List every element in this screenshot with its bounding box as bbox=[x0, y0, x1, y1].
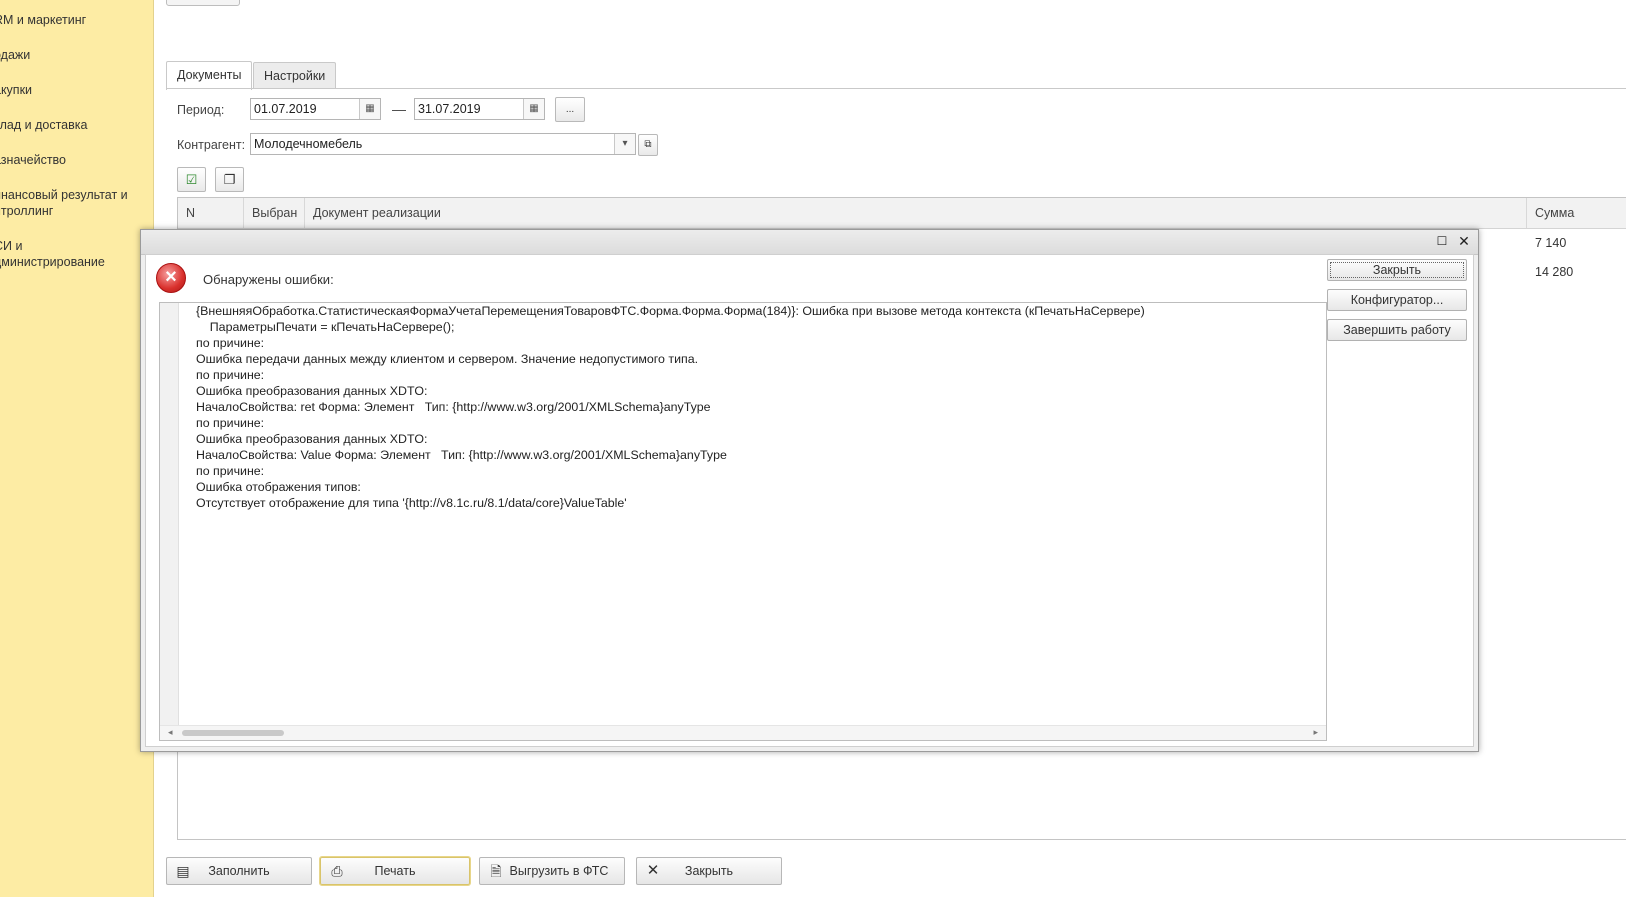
horizontal-scrollbar[interactable]: ◂ ▸ bbox=[160, 725, 1326, 740]
error-message-line: по причине: bbox=[196, 416, 265, 430]
printer-icon: ⎙ bbox=[331, 863, 343, 879]
dialog-close-button[interactable]: Закрыть bbox=[1327, 259, 1467, 281]
close-icon[interactable]: ✕ bbox=[1456, 233, 1472, 249]
sidebar-item-treasury[interactable]: азначейство bbox=[0, 152, 144, 168]
period-more-button[interactable]: ... bbox=[555, 97, 585, 122]
error-message-line: по причине: bbox=[196, 368, 265, 382]
close-icon: ✕ bbox=[646, 862, 660, 879]
fill-button[interactable]: ▤ Заполнить bbox=[166, 857, 312, 885]
dialog-title: Обнаружены ошибки: bbox=[203, 272, 334, 287]
calendar-icon[interactable]: ▦ bbox=[523, 99, 544, 119]
date-from-field[interactable]: 01.07.2019 ▦ bbox=[250, 98, 381, 120]
textbox-gutter bbox=[160, 303, 179, 740]
tab-settings[interactable]: Настройки bbox=[253, 62, 337, 89]
sidebar-item-crm[interactable]: RM и маркетинг bbox=[0, 12, 144, 28]
date-to-value: 31.07.2019 bbox=[418, 102, 481, 116]
error-icon: × bbox=[156, 263, 186, 293]
error-message-line: Отсутствует отображение для типа '{http:… bbox=[196, 496, 627, 510]
sidebar-item-admin[interactable]: СИ и дминистрирование bbox=[0, 238, 144, 270]
sidebar: RM и маркетинг одажи акупки клад и доста… bbox=[0, 0, 154, 897]
sidebar-item-finance[interactable]: инансовый результат и нтроллинг bbox=[0, 187, 144, 219]
error-message-line: по причине: bbox=[196, 336, 265, 350]
counterparty-value: Молодечномебель bbox=[254, 137, 363, 151]
counterparty-label: Контрагент: bbox=[177, 138, 246, 152]
column-header-document[interactable]: Документ реализации bbox=[305, 198, 1527, 228]
period-label: Период: bbox=[177, 103, 225, 117]
date-to-field[interactable]: 31.07.2019 ▦ bbox=[414, 98, 545, 120]
uncheck-all-icon[interactable]: ❐ bbox=[215, 167, 244, 192]
error-dialog: ☐ ✕ × Обнаружены ошибки: {ВнешняяОбработ… bbox=[140, 229, 1479, 752]
error-message-line: по причине: bbox=[196, 464, 265, 478]
error-message-line: Ошибка преобразования данных XDTO: bbox=[196, 432, 428, 446]
scrollbar-thumb[interactable] bbox=[182, 730, 284, 736]
date-from-value: 01.07.2019 bbox=[254, 102, 317, 116]
error-message-line: Ошибка передачи данных между клиентом и … bbox=[196, 352, 699, 366]
error-message-line: НачалоСвойства: ret Форма: Элемент Тип: … bbox=[196, 400, 711, 414]
tab-divider bbox=[166, 88, 1626, 89]
exit-button[interactable]: Завершить работу bbox=[1327, 319, 1467, 341]
dialog-titlebar[interactable]: ☐ ✕ bbox=[141, 230, 1478, 255]
sidebar-item-warehouse[interactable]: клад и доставка bbox=[0, 117, 144, 133]
sidebar-item-sales[interactable]: одажи bbox=[0, 47, 144, 63]
scroll-left-icon[interactable]: ◂ bbox=[168, 727, 173, 738]
counterparty-field[interactable]: Молодечномебель ▾ bbox=[250, 133, 636, 155]
column-header-sum[interactable]: Сумма bbox=[1527, 198, 1626, 228]
column-header-selected[interactable]: Выбран bbox=[244, 198, 305, 228]
error-message-line: ПараметрыПечати = кПечатьНаСервере(); bbox=[196, 320, 455, 334]
print-button[interactable]: ⎙ Печать bbox=[319, 856, 471, 886]
error-message-line: НачалоСвойства: Value Форма: Элемент Тип… bbox=[196, 448, 727, 462]
chevron-down-icon[interactable]: ▾ bbox=[614, 134, 635, 154]
table-cell-sum: 7 140 bbox=[1535, 236, 1567, 250]
error-message-line: {ВнешняяОбработка.СтатистическаяФормаУче… bbox=[196, 304, 1145, 318]
close-form-button-label: Закрыть bbox=[684, 864, 734, 878]
configurator-button[interactable]: Конфигуратор... bbox=[1327, 289, 1467, 311]
tab-documents[interactable]: Документы bbox=[166, 61, 253, 90]
check-all-icon[interactable]: ☑ bbox=[177, 167, 206, 192]
error-message-text: {ВнешняяОбработка.СтатистическаяФормаУче… bbox=[196, 303, 1145, 511]
calendar-icon[interactable]: ▦ bbox=[359, 99, 380, 119]
error-message-line: Ошибка преобразования данных XDTO: bbox=[196, 384, 428, 398]
close-form-button[interactable]: ✕ Закрыть bbox=[636, 857, 782, 885]
sidebar-item-purchases[interactable]: акупки bbox=[0, 82, 144, 98]
print-button-label: Печать bbox=[374, 864, 416, 878]
export-button-label: Выгрузить в ФТС bbox=[509, 864, 609, 878]
dialog-body: × Обнаружены ошибки: {ВнешняяОбработка.С… bbox=[145, 254, 1474, 747]
scroll-right-icon[interactable]: ▸ bbox=[1313, 727, 1318, 738]
export-fts-button[interactable]: 🗎 Выгрузить в ФТС bbox=[479, 857, 625, 885]
error-message-line: Ошибка отображения типов: bbox=[196, 480, 361, 494]
top-button-stub[interactable] bbox=[166, 0, 240, 6]
column-header-n[interactable]: N bbox=[178, 198, 244, 228]
table-cell-sum: 14 280 bbox=[1535, 265, 1574, 279]
table-header: N Выбран Документ реализации Сумма bbox=[178, 198, 1626, 229]
open-counterparty-icon[interactable]: ⧉ bbox=[638, 134, 658, 156]
maximize-icon[interactable]: ☐ bbox=[1434, 233, 1450, 249]
fill-button-label: Заполнить bbox=[208, 864, 270, 878]
period-dash: — bbox=[392, 101, 406, 117]
export-icon: 🗎 bbox=[490, 863, 502, 879]
error-message-box[interactable]: {ВнешняяОбработка.СтатистическаяФормаУче… bbox=[159, 302, 1327, 741]
table-icon: ▤ bbox=[176, 863, 190, 879]
